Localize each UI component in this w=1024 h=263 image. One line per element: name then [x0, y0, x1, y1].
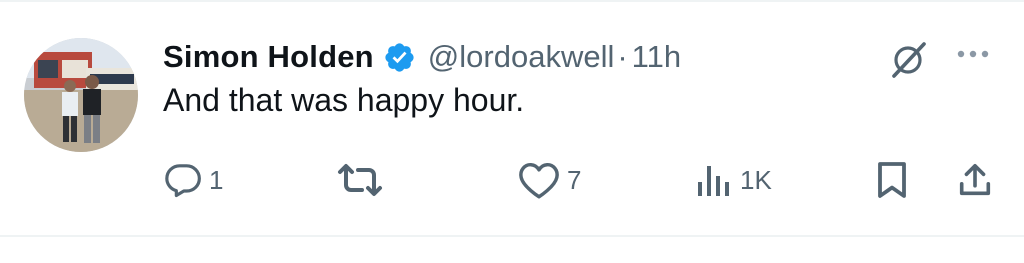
tweet-text: And that was happy hour. [163, 82, 525, 118]
bookmark-icon [878, 162, 906, 198]
reply-button[interactable]: 1 [163, 160, 223, 200]
bookmark-button[interactable] [874, 160, 910, 200]
heart-icon [519, 163, 559, 199]
share-icon [959, 163, 991, 196]
reply-count: 1 [209, 164, 224, 195]
views-count: 1K [740, 164, 772, 195]
avatar[interactable] [24, 38, 138, 152]
separator-dot: · [617, 39, 628, 74]
author-display-name[interactable]: Simon Holden [163, 39, 374, 75]
views-button[interactable]: 1K [694, 160, 772, 200]
top-divider [0, 0, 1024, 2]
more-icon[interactable] [954, 40, 992, 70]
retweet-icon [338, 164, 382, 196]
verified-badge-icon[interactable] [383, 41, 416, 74]
timestamp[interactable]: 11h [632, 39, 681, 75]
grok-icon[interactable] [886, 40, 932, 78]
like-button[interactable]: 7 [517, 160, 581, 200]
share-button[interactable] [956, 160, 994, 200]
views-icon [698, 166, 729, 196]
bottom-divider [0, 235, 1024, 237]
author-handle[interactable]: @lordoakwell [428, 39, 615, 75]
tweet-header: Simon Holden @lordoakwell · 11h [163, 34, 681, 80]
retweet-button[interactable] [332, 160, 394, 200]
reply-icon [165, 164, 201, 198]
like-count: 7 [567, 164, 582, 195]
